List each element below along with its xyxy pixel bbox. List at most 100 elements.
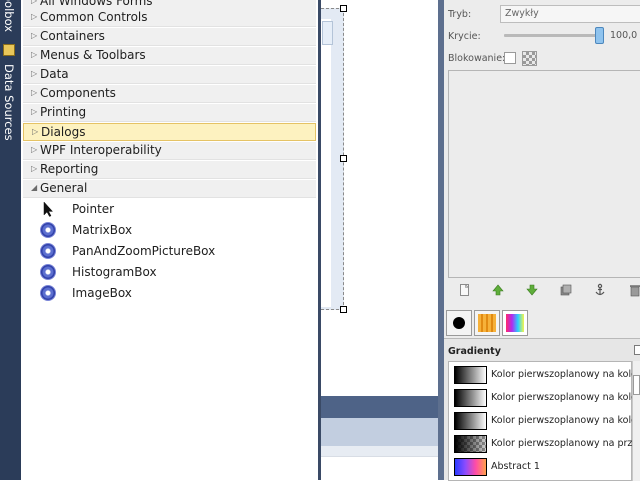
data-sources-dock-tab-label: Data Sources <box>2 64 16 141</box>
expand-arrow-icon: ▷ <box>31 0 38 5</box>
panel-menu-button[interactable] <box>634 345 640 355</box>
brushes-tab[interactable] <box>446 310 472 336</box>
toolbox-category-label: Common Controls <box>40 10 148 24</box>
toolbox-panel: ▷ All Windows Forms ▷ Common Controls ▷ … <box>21 0 318 480</box>
resize-handle-right[interactable] <box>340 155 347 162</box>
toolbox-item-matrixbox[interactable]: MatrixBox <box>23 220 316 240</box>
delete-layer-icon[interactable] <box>628 283 640 297</box>
gradient-preview <box>454 412 487 430</box>
expand-arrow-icon: ▷ <box>31 69 38 78</box>
toolbox-category-components[interactable]: ▷ Components <box>23 85 316 103</box>
expand-arrow-icon: ▷ <box>31 88 38 97</box>
toolbox-category-data[interactable]: ▷ Data <box>23 66 316 84</box>
gear-icon <box>40 264 56 280</box>
designer-status-area <box>321 456 438 481</box>
gradients-scrollbar-thumb[interactable] <box>633 375 640 395</box>
dock-tabs <box>444 308 640 339</box>
gradient-item[interactable]: Kolor pierwszoplanowy na kolor <box>451 364 640 387</box>
opacity-value[interactable]: 100,0 <box>610 30 637 41</box>
toolbox-item-label: PanAndZoomPictureBox <box>72 244 216 258</box>
toolbox-category-label: Components <box>40 86 116 100</box>
new-layer-icon[interactable] <box>458 283 472 297</box>
lock-label: Blokowanie: <box>448 53 506 64</box>
form-control[interactable] <box>322 21 333 45</box>
mode-select-value: Zwykły <box>505 8 539 19</box>
pointer-icon <box>43 201 54 217</box>
toolbox-category-label: Printing <box>40 105 87 119</box>
gradients-panel: Gradienty Kolor pierwszoplanowy na kolor… <box>444 339 640 481</box>
expand-arrow-icon: ▷ <box>31 31 38 40</box>
layers-list[interactable] <box>448 70 640 278</box>
gradient-item[interactable]: Abstract 1 <box>451 456 631 479</box>
opacity-label: Krycie: <box>448 31 481 42</box>
toolbox-category-general[interactable]: ◢ General <box>23 180 316 198</box>
expand-arrow-icon: ▷ <box>31 50 38 59</box>
toolbox-category-printing[interactable]: ▷ Printing <box>23 104 316 122</box>
gradient-preview <box>454 435 487 453</box>
duplicate-layer-icon[interactable] <box>559 283 573 297</box>
toolbox-category-common-controls[interactable]: ▷ Common Controls <box>23 9 316 27</box>
designer-tray-header <box>321 396 438 418</box>
toolbox-category-label: Dialogs <box>41 125 86 139</box>
mode-label: Tryb: <box>448 9 472 20</box>
gradient-name: Abstract 1 <box>491 461 540 472</box>
resize-handle-bottom-right[interactable] <box>340 306 347 313</box>
toolbox-item-label: HistogramBox <box>72 265 157 279</box>
lock-pixels-checkbox[interactable] <box>504 52 516 64</box>
toolbox-category-containers[interactable]: ▷ Containers <box>23 28 316 46</box>
gradient-name: Kolor pierwszoplanowy na kolor <box>491 369 640 380</box>
designer-tray <box>321 418 438 446</box>
gradient-item[interactable]: Kolor pierwszoplanowy na przez <box>451 433 640 456</box>
form-designer <box>321 0 438 481</box>
mode-select[interactable]: Zwykły <box>500 5 640 23</box>
toolbox-dock-tab[interactable]: oolbox <box>0 0 21 38</box>
toolbox-item-panandzoompicturebox[interactable]: PanAndZoomPictureBox <box>23 241 316 261</box>
gradients-list: Kolor pierwszoplanowy na kolor Kolor pie… <box>448 361 640 481</box>
gradient-preview <box>454 389 487 407</box>
expand-arrow-icon: ▷ <box>31 145 38 154</box>
collapse-arrow-icon: ◢ <box>31 183 38 192</box>
toolbox-item-label: Pointer <box>72 202 115 216</box>
opacity-slider-thumb[interactable] <box>595 27 604 44</box>
gradient-preview <box>454 366 487 384</box>
data-sources-dock-tab[interactable]: Data Sources <box>0 42 21 141</box>
dock-strip: oolbox Data Sources <box>0 0 21 480</box>
toolbox-item-histogrambox[interactable]: HistogramBox <box>23 262 316 282</box>
gradient-item[interactable]: Kolor pierwszoplanowy na kolor <box>451 410 640 433</box>
toolbox-category-wpf-interoperability[interactable]: ▷ WPF Interoperability <box>23 142 316 160</box>
lock-alpha-icon[interactable] <box>522 51 537 66</box>
lower-layer-icon[interactable] <box>525 283 539 297</box>
designer-tray-separator <box>321 446 438 456</box>
gear-icon <box>40 243 56 259</box>
data-sources-icon <box>3 44 15 56</box>
toolbox-dock-tab-label: oolbox <box>2 0 16 33</box>
toolbox-item-label: ImageBox <box>72 286 132 300</box>
patterns-tab[interactable] <box>474 310 500 336</box>
toolbox-item-imagebox[interactable]: ImageBox <box>23 283 316 303</box>
toolbox-item-label: MatrixBox <box>72 223 133 237</box>
gradient-item[interactable]: Kolor pierwszoplanowy na kolor <box>451 387 640 410</box>
expand-arrow-icon: ▷ <box>31 107 38 116</box>
toolbox-category-label: All Windows Forms <box>40 0 153 8</box>
layers-dock: Tryb: Zwykły Krycie: 100,0 Blokowanie: G… <box>444 0 640 481</box>
toolbox-item-pointer[interactable]: Pointer <box>23 199 316 219</box>
toolbox-category-label: Containers <box>40 29 105 43</box>
gradients-title: Gradienty <box>448 346 501 357</box>
opacity-slider-track[interactable] <box>504 34 601 37</box>
gradients-tab[interactable] <box>502 310 528 336</box>
anchor-layer-icon[interactable] <box>593 283 607 297</box>
toolbox-category-dialogs[interactable]: ▷ Dialogs <box>23 123 316 141</box>
expand-arrow-icon: ▷ <box>32 127 39 136</box>
gradients-scrollbar[interactable] <box>632 361 640 481</box>
raise-layer-icon[interactable] <box>491 283 505 297</box>
toolbox-category-label: WPF Interoperability <box>40 143 162 157</box>
gradient-name: Kolor pierwszoplanowy na kolor <box>491 392 640 403</box>
gradient-name: Kolor pierwszoplanowy na przez <box>491 438 640 449</box>
resize-handle-top-right[interactable] <box>340 5 347 12</box>
brush-icon <box>453 317 465 329</box>
toolbox-category-menus-toolbars[interactable]: ▷ Menus & Toolbars <box>23 47 316 65</box>
toolbox-category-reporting[interactable]: ▷ Reporting <box>23 161 316 179</box>
layers-toolbar <box>448 280 640 302</box>
gradient-preview <box>454 458 487 476</box>
toolbox-category-label: Reporting <box>40 162 99 176</box>
